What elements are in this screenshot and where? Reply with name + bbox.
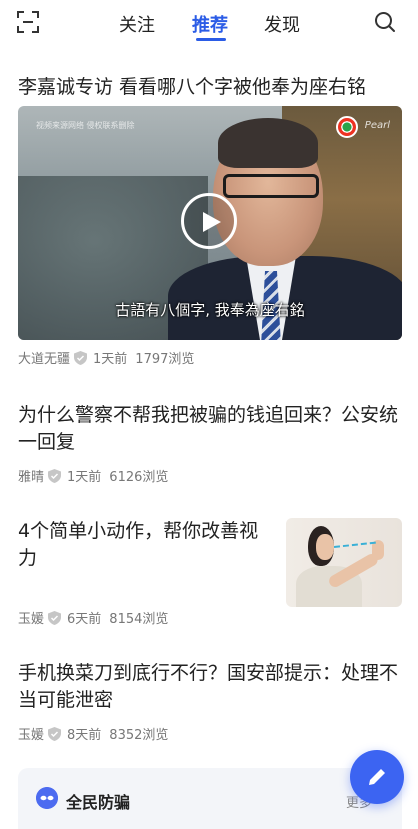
publish-time: 8天前 [67,728,102,743]
article-title[interactable]: 李嘉诚专访 看看哪八个字被他奉为座右铭 [18,74,402,101]
feed-item[interactable]: 4个简单小动作，帮你改善视力 [18,518,270,572]
feed-item[interactable]: 为什么警察不帮我把被骗的钱追回来？公安统一回复 雅晴 1天前 6126浏览 [18,402,402,485]
view-count: 6126浏览 [109,470,169,485]
verified-shield-icon [48,610,62,625]
article-title[interactable]: 4个简单小动作，帮你改善视力 [18,518,270,572]
author-name[interactable]: 玉媛 [18,608,44,627]
article-meta-row: 大道无疆 1天前 1797浏览 [18,348,402,367]
video-subtitle: 古語有八個字, 我奉為座右銘 [115,301,305,319]
video-player[interactable]: 视频来源网络 侵权联系删除 Pearl 古語有八個字, 我奉為座右銘 [18,106,402,340]
author-name[interactable]: 大道无疆 [18,348,70,367]
verified-shield-icon [48,726,62,741]
article-title[interactable]: 手机换菜刀到底行不行？国安部提示：处理不当可能泄密 [18,660,402,714]
channel-logo-text: Pearl [364,120,390,131]
author-name[interactable]: 雅晴 [18,466,44,485]
article-thumbnail[interactable] [286,518,402,607]
active-tab-indicator [196,38,226,41]
publish-time: 1天前 [93,352,128,367]
view-count: 1797浏览 [135,352,195,367]
article-meta-row: 玉媛 6天前 8154浏览 [18,608,402,627]
scan-icon[interactable] [16,10,40,34]
thumb-person-face [316,534,334,560]
tab-follow[interactable]: 关注 [119,11,155,37]
play-icon [203,212,221,232]
play-button[interactable] [181,193,237,249]
video-watermark: 视频来源网络 侵权联系删除 [36,121,135,130]
verified-shield-icon [48,468,62,483]
view-count: 8154浏览 [109,612,169,627]
thumb-sight-line [333,541,376,548]
publish-time: 6天前 [67,612,102,627]
article-title[interactable]: 为什么警察不帮我把被骗的钱追回来？公安统一回复 [18,402,402,456]
channel-logo-icon [336,116,358,138]
verified-shield-icon [74,350,88,365]
author-name[interactable]: 玉媛 [18,724,44,743]
view-count: 8352浏览 [109,728,169,743]
video-person-glasses [223,174,319,198]
top-bar: 关注 推荐 发现 [0,0,418,50]
mask-icon [36,787,58,809]
feed-item[interactable]: 李嘉诚专访 看看哪八个字被他奉为座右铭 [18,74,402,101]
edit-icon [369,769,385,785]
feed-item[interactable]: 手机换菜刀到底行不行？国安部提示：处理不当可能泄密 玉媛 8天前 8352浏览 [18,660,402,743]
tab-discover[interactable]: 发现 [264,11,300,37]
publish-time: 1天前 [67,470,102,485]
video-person-hair [218,118,318,168]
tab-recommend[interactable]: 推荐 [192,11,228,37]
search-icon[interactable] [374,11,396,33]
anti-fraud-card[interactable]: 全民防骗 更多 [18,768,402,829]
compose-button[interactable] [350,750,404,804]
card-title: 全民防骗 [66,793,131,812]
